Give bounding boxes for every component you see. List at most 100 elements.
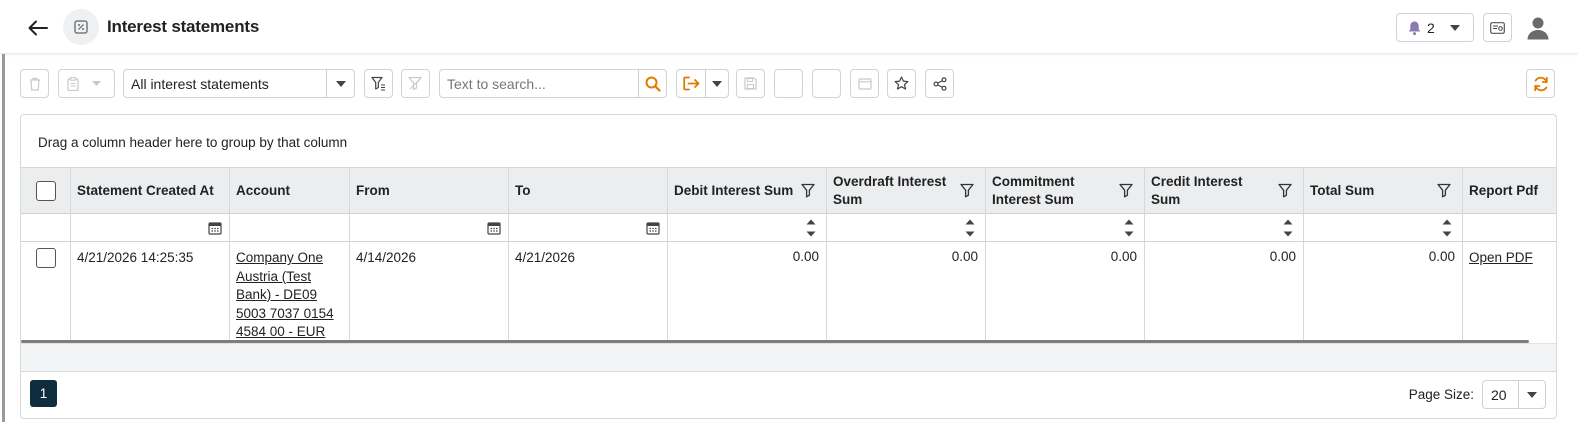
filter-icon[interactable]	[960, 183, 974, 198]
filter-cell-commitment-interest-sum[interactable]	[986, 214, 1145, 241]
filter-cell-debit-interest-sum[interactable]	[668, 214, 827, 241]
filter-settings-button[interactable]	[364, 69, 393, 98]
view-select-arrow[interactable]	[326, 70, 354, 97]
trash-icon	[29, 77, 40, 91]
user-avatar[interactable]	[1524, 14, 1552, 42]
column-header-label: Report Pdf	[1469, 183, 1538, 198]
total-sum-value: 0.00	[1428, 249, 1455, 264]
window-button[interactable]	[850, 69, 879, 98]
column-header-commitment-interest-sum[interactable]: Commitment Interest Sum	[986, 168, 1145, 213]
column-header-from[interactable]: From	[350, 168, 509, 213]
spinner-arrows-icon[interactable]	[964, 217, 976, 239]
export-dropdown	[676, 69, 729, 98]
cell-report-pdf: Open PDF	[1463, 242, 1556, 341]
column-header-label: From	[356, 183, 390, 198]
column-header-label: To	[515, 183, 531, 198]
cell-overdraft-interest-sum: 0.00	[827, 242, 986, 341]
group-panel-hint: Drag a column header here to group by th…	[38, 135, 348, 150]
page-title: Interest statements	[107, 17, 260, 36]
filter-cell-to[interactable]	[509, 214, 668, 241]
filter-cell-from[interactable]	[350, 214, 509, 241]
export-menu-arrow[interactable]	[706, 70, 728, 97]
clear-filter-button[interactable]	[401, 69, 430, 98]
page-button-current[interactable]: 1	[30, 380, 57, 407]
column-header-report-pdf[interactable]: Report Pdf	[1463, 168, 1556, 213]
cell-credit-interest-sum: 0.00	[1145, 242, 1304, 341]
filter-icon[interactable]	[1119, 183, 1133, 198]
bell-icon	[1408, 21, 1421, 35]
filter-icon[interactable]	[1278, 183, 1292, 198]
filter-cell-created-at[interactable]	[71, 214, 230, 241]
page-size-arrow[interactable]	[1518, 381, 1545, 408]
filter-cell-empty	[21, 214, 71, 241]
header-row: Statement Created At Account From To Deb…	[21, 168, 1556, 214]
filter-cell-report-pdf[interactable]	[1463, 214, 1556, 241]
spinner-arrows-icon[interactable]	[1441, 217, 1453, 239]
refresh-button[interactable]	[1526, 69, 1555, 98]
column-header-label: Debit Interest Sum	[674, 183, 794, 198]
overdraft-interest-sum-value: 0.00	[951, 249, 978, 264]
view-select[interactable]: All interest statements	[123, 69, 355, 98]
delete-button[interactable]	[20, 69, 49, 98]
top-bar: Interest statements 2	[0, 0, 1578, 54]
export-button[interactable]	[677, 70, 706, 97]
spinner-arrows-icon[interactable]	[1282, 217, 1294, 239]
column-header-total-sum[interactable]: Total Sum	[1304, 168, 1463, 213]
open-pdf-link[interactable]: Open PDF	[1469, 249, 1533, 268]
calendar-icon[interactable]	[646, 221, 660, 235]
filter-cell-account[interactable]	[230, 214, 350, 241]
back-button[interactable]	[24, 14, 52, 42]
column-header-label: Commitment Interest Sum	[992, 174, 1075, 207]
calendar-icon[interactable]	[208, 221, 222, 235]
account-link[interactable]: Company One Austria (Test Bank) - DE09 5…	[236, 249, 342, 342]
search-button[interactable]	[638, 70, 666, 97]
blank-action-button-2[interactable]	[812, 69, 841, 98]
row-select-cell	[21, 242, 71, 341]
page-size-label: Page Size:	[1408, 387, 1474, 402]
table-row[interactable]: 4/21/2026 14:25:35 Company One Austria (…	[21, 242, 1556, 341]
cell-commitment-interest-sum: 0.00	[986, 242, 1145, 341]
notifications-dropdown[interactable]: 2	[1396, 13, 1474, 42]
blank-action-button-1[interactable]	[774, 69, 803, 98]
filter-cell-credit-interest-sum[interactable]	[1145, 214, 1304, 241]
cell-created-at: 4/21/2026 14:25:35	[71, 242, 230, 341]
column-header-label: Total Sum	[1310, 183, 1375, 198]
percent-document-icon	[63, 9, 99, 45]
created-at-value: 4/21/2026 14:25:35	[77, 250, 194, 265]
cell-total-sum: 0.00	[1304, 242, 1463, 341]
column-header-to[interactable]: To	[509, 168, 668, 213]
calendar-icon[interactable]	[487, 221, 501, 235]
filter-cell-overdraft-interest-sum[interactable]	[827, 214, 986, 241]
from-value: 4/14/2026	[356, 250, 417, 265]
caret-down-icon	[1449, 24, 1460, 31]
row-checkbox[interactable]	[36, 248, 56, 268]
page-size-select[interactable]: 20	[1482, 380, 1546, 409]
group-panel[interactable]: Drag a column header here to group by th…	[21, 115, 1556, 168]
save-button[interactable]	[736, 69, 765, 98]
column-header-credit-interest-sum[interactable]: Credit Interest Sum	[1145, 168, 1304, 213]
commitment-interest-sum-value: 0.00	[1110, 249, 1137, 264]
caret-down-icon	[1527, 391, 1537, 398]
credit-interest-sum-value: 0.00	[1269, 249, 1296, 264]
column-header-debit-interest-sum[interactable]: Debit Interest Sum	[668, 168, 827, 213]
column-header-label: Statement Created At	[77, 183, 214, 198]
column-header-overdraft-interest-sum[interactable]: Overdraft Interest Sum	[827, 168, 986, 213]
spinner-arrows-icon[interactable]	[805, 217, 817, 239]
search-input[interactable]	[440, 70, 638, 97]
data-grid: Drag a column header here to group by th…	[20, 114, 1557, 419]
favorite-button[interactable]	[887, 69, 916, 98]
id-card-icon	[1490, 21, 1505, 34]
filter-cell-total-sum[interactable]	[1304, 214, 1463, 241]
share-button[interactable]	[925, 69, 954, 98]
spinner-arrows-icon[interactable]	[1123, 217, 1135, 239]
select-all-checkbox[interactable]	[36, 181, 56, 201]
pager: 1 Page Size: 20	[21, 372, 1556, 418]
column-header-account[interactable]: Account	[230, 168, 350, 213]
column-header-label: Overdraft Interest Sum	[833, 174, 947, 207]
clipboard-dropdown-button[interactable]	[58, 69, 115, 98]
license-button[interactable]	[1483, 13, 1512, 42]
filter-icon[interactable]	[1437, 183, 1451, 198]
filter-icon[interactable]	[801, 183, 815, 198]
caret-down-icon	[712, 80, 722, 87]
column-header-created-at[interactable]: Statement Created At	[71, 168, 230, 213]
